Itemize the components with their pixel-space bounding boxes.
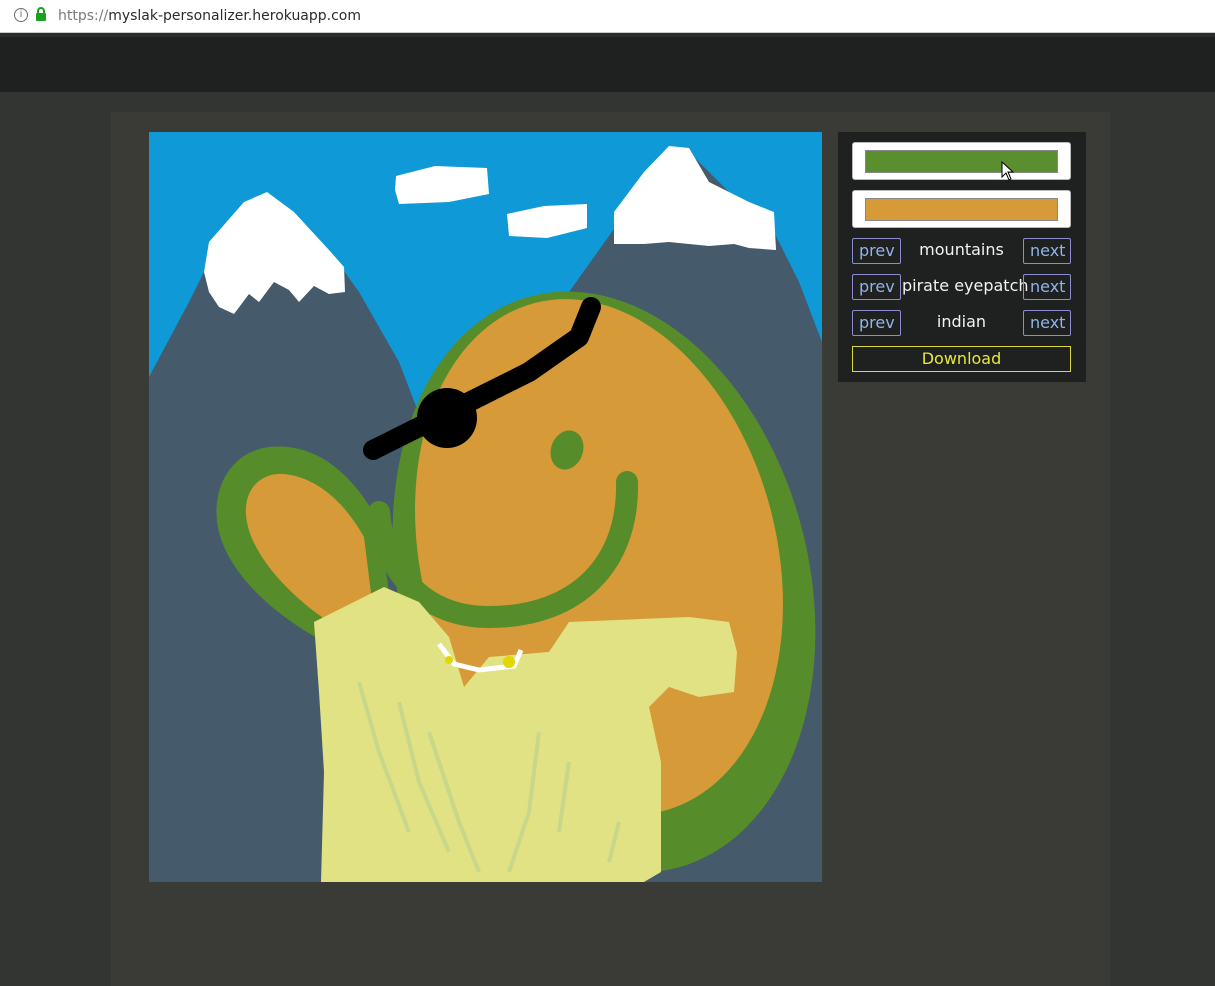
- avatar-canvas[interactable]: [149, 132, 822, 882]
- accessory-selector: prev pirate eyepatch next: [852, 274, 1071, 300]
- background-label: mountains: [919, 240, 1004, 259]
- outfit-prev-button[interactable]: prev: [852, 310, 901, 336]
- accessory-next-button[interactable]: next: [1023, 274, 1071, 300]
- accessory-prev-button[interactable]: prev: [852, 274, 901, 300]
- info-icon[interactable]: i: [14, 8, 28, 22]
- url-text[interactable]: https://myslak-personalizer.herokuapp.co…: [58, 7, 361, 25]
- lock-icon: [36, 7, 46, 21]
- secondary-color-swatch[interactable]: [865, 198, 1058, 221]
- mouse-cursor-icon: [1001, 161, 1015, 181]
- background-prev-button[interactable]: prev: [852, 238, 901, 264]
- outfit-label: indian: [936, 312, 987, 331]
- top-navbar: [0, 33, 1215, 92]
- primary-color-swatch[interactable]: [865, 150, 1058, 173]
- download-button[interactable]: Download: [852, 346, 1071, 372]
- secondary-color-picker[interactable]: [852, 190, 1071, 228]
- background-selector: prev mountains next: [852, 238, 1071, 264]
- eyepatch: [417, 388, 477, 448]
- browser-url-bar[interactable]: i https://myslak-personalizer.herokuapp.…: [0, 0, 1215, 33]
- necklace-bead: [445, 656, 453, 664]
- url-scheme: https://: [58, 8, 109, 24]
- necklace-bead: [503, 656, 515, 668]
- accessory-label: pirate eyepatch: [902, 276, 1029, 295]
- primary-color-picker[interactable]: [852, 142, 1071, 180]
- background-next-button[interactable]: next: [1023, 238, 1071, 264]
- control-panel: prev mountains next prev pirate eyepatch…: [838, 132, 1086, 382]
- outfit-next-button[interactable]: next: [1023, 310, 1071, 336]
- outfit-selector: prev indian next: [852, 310, 1071, 336]
- url-host: myslak-personalizer.herokuapp.com: [108, 8, 362, 24]
- navbar-top-edge: [0, 33, 1215, 37]
